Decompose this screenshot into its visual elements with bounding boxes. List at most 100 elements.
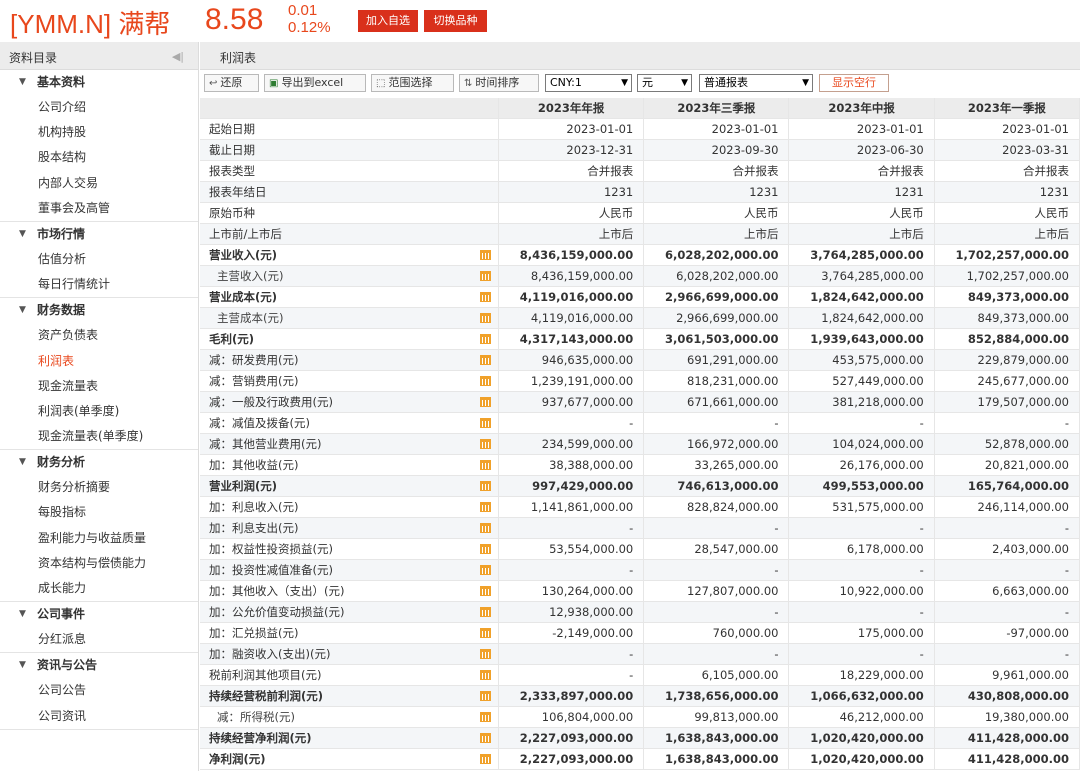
sidebar-group-title[interactable]: ▼ 财务数据 [0, 298, 198, 323]
bar-chart-icon[interactable] [480, 669, 492, 680]
table-cell: 6,105,000.00 [643, 664, 790, 686]
sidebar-item[interactable]: 利润表(单季度) [0, 399, 198, 424]
bar-chart-icon[interactable] [480, 270, 492, 281]
sidebar-item[interactable]: 公司资讯 [0, 704, 198, 729]
bar-chart-icon[interactable] [480, 648, 492, 659]
bar-chart-icon[interactable] [480, 375, 492, 386]
sidebar-item[interactable]: 成长能力 [0, 576, 198, 601]
bar-chart-icon[interactable] [480, 606, 492, 617]
sidebar-item[interactable]: 股本结构 [0, 145, 198, 170]
table-cell: 1231 [643, 181, 790, 203]
column-header[interactable]: 2023年年报 [498, 98, 645, 119]
table-cell: 上市后 [498, 223, 645, 245]
sidebar-item[interactable]: 现金流量表(单季度) [0, 424, 198, 449]
bar-chart-icon[interactable] [480, 480, 492, 491]
switch-symbol-button[interactable]: 切换品种 [424, 10, 487, 32]
sidebar-group-title[interactable]: ▼ 基本资料 [0, 70, 198, 95]
table-row: 上市前/上市后 上市后 上市后 上市后 上市后 [200, 223, 1080, 245]
column-header[interactable]: 2023年三季报 [643, 98, 790, 119]
table-row: 报表类型 合并报表 合并报表 合并报表 合并报表 [200, 160, 1080, 182]
bar-chart-icon[interactable] [480, 522, 492, 533]
column-header[interactable]: 2023年一季报 [934, 98, 1080, 119]
table-cell: -97,000.00 [934, 622, 1080, 644]
currency-select[interactable]: CNY:1 ▼ [545, 74, 632, 92]
sidebar-group-title[interactable]: ▼ 财务分析 [0, 450, 198, 475]
row-label: 加：融资收入(支出)(元) [209, 646, 331, 661]
sidebar-item[interactable]: 资产负债表 [0, 323, 198, 348]
sidebar-item[interactable]: 每股指标 [0, 500, 198, 525]
bar-chart-icon[interactable] [480, 627, 492, 638]
bar-chart-icon[interactable] [480, 417, 492, 428]
table-cell: 28,547,000.00 [643, 538, 790, 560]
table-cell: - [934, 412, 1080, 434]
sidebar-item[interactable]: 财务分析摘要 [0, 475, 198, 500]
table-cell: - [498, 559, 645, 581]
table-cell: 179,507,000.00 [934, 391, 1080, 413]
sidebar-item[interactable]: 估值分析 [0, 247, 198, 272]
sidebar-item[interactable]: 分红派息 [0, 627, 198, 652]
sidebar-groups: ▼ 基本资料 公司介绍 机构持股 股本结构 内部人交易 董事会及高管 ▼ 市场行情 估值分析 每日行… [0, 70, 198, 730]
bar-chart-icon[interactable] [480, 396, 492, 407]
sidebar-item[interactable]: 现金流量表 [0, 374, 198, 399]
sidebar-group-label: 市场行情 [37, 226, 86, 241]
table-cell: - [498, 412, 645, 434]
add-watchlist-button[interactable]: 加入自选 [358, 10, 418, 32]
range-select-button[interactable]: ⬚ 范围选择 [371, 74, 454, 92]
table-row: 税前利润其他项目(元) -6,105,000.00 18,229,000.00 9,9… [200, 664, 1080, 686]
table-cell: 671,661,000.00 [643, 391, 790, 413]
report-type-select[interactable]: 普通报表 ▼ [699, 74, 813, 92]
sidebar-item[interactable]: 内部人交易 [0, 171, 198, 196]
bar-chart-icon[interactable] [480, 333, 492, 344]
table-cell: 1,638,843,000.00 [643, 727, 790, 749]
sidebar-group-title[interactable]: ▼ 资讯与公告 [0, 653, 198, 678]
unit-select[interactable]: 元 ▼ [637, 74, 692, 92]
row-label-cell: 税前利润其他项目(元) [200, 664, 500, 686]
bar-chart-icon[interactable] [480, 312, 492, 323]
excel-icon: ▣ [269, 78, 279, 89]
column-header[interactable]: 2023年中报 [788, 98, 935, 119]
bar-chart-icon[interactable] [480, 438, 492, 449]
bar-chart-icon[interactable] [480, 753, 492, 764]
sidebar-item[interactable]: 机构持股 [0, 120, 198, 145]
collapse-left-icon[interactable]: ◀| [172, 50, 184, 63]
bar-chart-icon[interactable] [480, 732, 492, 743]
table-row: 报表年结日 1231 1231 1231 1231 [200, 181, 1080, 203]
sidebar-item[interactable]: 公司公告 [0, 678, 198, 703]
bar-chart-icon[interactable] [480, 690, 492, 701]
table-cell: 人民币 [643, 202, 790, 224]
restore-button[interactable]: ↩ 还原 [204, 74, 259, 92]
show-empty-rows-button[interactable]: 显示空行 [819, 74, 889, 92]
table-row: 主营成本(元) 4,119,016,000.00 2,966,699,000.00 1… [200, 307, 1080, 329]
table-cell: 430,808,000.00 [934, 685, 1080, 707]
sidebar-group-title[interactable]: ▼ 市场行情 [0, 222, 198, 247]
row-label: 加：利息支出(元) [209, 520, 299, 535]
export-excel-button[interactable]: ▣ 导出到excel [264, 74, 366, 92]
bar-chart-icon[interactable] [480, 459, 492, 470]
bar-chart-icon[interactable] [480, 711, 492, 722]
table-body: 起始日期 2023-01-01 2023-01-01 2023-01-01 2023-0… [200, 118, 1080, 770]
table-cell: - [934, 559, 1080, 581]
sidebar-item[interactable]: 盈利能力与收益质量 [0, 526, 198, 551]
bar-chart-icon[interactable] [480, 354, 492, 365]
table-cell: 6,663,000.00 [934, 580, 1080, 602]
bar-chart-icon[interactable] [480, 291, 492, 302]
bar-chart-icon[interactable] [480, 501, 492, 512]
sidebar-group-title[interactable]: ▼ 公司事件 [0, 602, 198, 627]
bar-chart-icon[interactable] [480, 543, 492, 554]
sidebar-item[interactable]: 利润表 [0, 349, 198, 374]
bar-chart-icon[interactable] [480, 564, 492, 575]
sidebar-item[interactable]: 每日行情统计 [0, 272, 198, 297]
row-label: 上市前/上市后 [209, 226, 282, 241]
table-cell: 130,264,000.00 [498, 580, 645, 602]
bar-chart-icon[interactable] [480, 585, 492, 596]
sidebar-item[interactable]: 公司介绍 [0, 95, 198, 120]
time-sort-button[interactable]: ⇅ 时间排序 [459, 74, 539, 92]
bar-chart-icon[interactable] [480, 249, 492, 260]
undo-icon: ↩ [209, 78, 218, 89]
sidebar-item[interactable]: 董事会及高管 [0, 196, 198, 221]
row-label: 持续经营税前利润(元) [209, 688, 324, 703]
sidebar-item[interactable]: 资本结构与偿债能力 [0, 551, 198, 576]
table-cell: - [788, 517, 935, 539]
range-select-icon: ⬚ [376, 78, 386, 89]
row-label-cell: 减：研发费用(元) [200, 349, 500, 371]
